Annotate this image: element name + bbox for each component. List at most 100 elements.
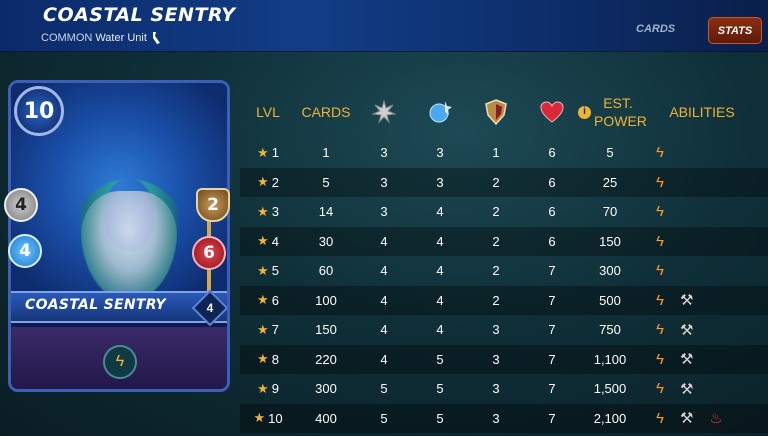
fire-ability-icon[interactable]: ♨ [709, 409, 722, 427]
table-row: ★ 7 150 4 4 3 7 750 ϟ ⚒ [240, 315, 768, 345]
cell-cards: 60 [318, 263, 334, 279]
card-melee-stat: 4 [4, 188, 38, 222]
stats-table: LVL CARDS i EST. POWER ABILITIES ★ 1 1 3 3 1 6… [240, 86, 768, 433]
stats-table-body: ★ 1 1 3 3 1 6 5 ϟ ★ 2 5 3 3 2 6 25 ϟ ★ 3 14 3 4 2 6 70 ϟ ★ 4 30 4 4 2 6 15… [240, 138, 768, 433]
cell-melee: 5 [380, 381, 388, 397]
cell-lvl: ★ 6 [244, 286, 292, 316]
unit-subtitle: COMMON Water Unit [41, 31, 162, 45]
level-value: 3 [271, 204, 279, 220]
level-value: 1 [271, 145, 279, 161]
cell-cards: 400 [315, 410, 337, 426]
star-icon: ★ [257, 233, 269, 249]
lightning-ability-icon[interactable]: ϟ [656, 203, 664, 220]
lightning-ability-icon[interactable]: ϟ [656, 292, 664, 309]
health-heart-icon [530, 86, 574, 138]
cell-abilities: ϟ [650, 168, 760, 198]
melee-attack-icon [362, 86, 406, 138]
lightning-ability-icon[interactable]: ϟ [656, 262, 664, 279]
lightning-ability-icon[interactable]: ϟ [656, 321, 664, 338]
card-magic-stat: 4 [8, 234, 42, 268]
table-row: ★ 4 30 4 4 2 6 150 ϟ [240, 226, 768, 257]
star-icon: ★ [257, 262, 269, 278]
cell-health: 7 [548, 351, 556, 367]
magic-attack-icon [418, 86, 462, 138]
cell-cards: 30 [318, 233, 334, 249]
trap-ability-icon[interactable]: ⚒ [680, 291, 693, 309]
cell-abilities: ϟ [650, 256, 760, 286]
lightning-ability-icon[interactable]: ϟ [656, 233, 664, 250]
card-level-value: 4 [206, 301, 214, 315]
star-icon: ★ [257, 203, 269, 219]
info-icon[interactable]: i [578, 105, 591, 119]
table-row: ★ 2 5 3 3 2 6 25 ϟ [240, 167, 768, 198]
table-row: ★ 10 400 5 5 3 7 2,100 ϟ ⚒ ♨ [240, 403, 768, 434]
cell-health: 6 [548, 174, 556, 190]
cell-health: 7 [548, 322, 556, 338]
cell-lvl: ★ 3 [244, 197, 292, 227]
tab-stats[interactable]: STATS [708, 17, 762, 44]
cell-armor: 2 [492, 263, 500, 279]
cell-power: 300 [599, 263, 621, 279]
lightning-ability-icon: ϟ [103, 345, 137, 379]
cell-armor: 2 [492, 204, 500, 220]
card-character [81, 191, 177, 301]
table-row: ★ 6 100 4 4 2 7 500 ϟ ⚒ [240, 285, 768, 316]
tab-cards[interactable]: CARDS [636, 23, 675, 35]
cell-cards: 100 [315, 292, 337, 308]
lightning-ability-icon[interactable]: ϟ [656, 144, 664, 161]
level-value: 7 [271, 322, 279, 338]
cell-abilities: ϟ ⚒ [650, 315, 760, 345]
cell-lvl: ★ 8 [244, 345, 292, 375]
table-row: ★ 9 300 5 5 3 7 1,500 ϟ ⚒ [240, 374, 768, 404]
star-icon: ★ [257, 174, 269, 190]
table-row: ★ 1 1 3 3 1 6 5 ϟ [240, 138, 768, 168]
trap-ability-icon[interactable]: ⚒ [680, 409, 693, 427]
cell-armor: 2 [492, 233, 500, 249]
cell-power: 25 [602, 174, 618, 190]
star-icon: ★ [257, 321, 269, 337]
star-icon: ★ [257, 144, 269, 160]
level-value: 5 [271, 263, 279, 279]
cell-abilities: ϟ ⚒ [650, 345, 760, 375]
cell-armor: 3 [492, 351, 500, 367]
cell-melee: 4 [380, 263, 388, 279]
star-icon: ★ [253, 410, 266, 426]
cell-magic: 5 [436, 351, 444, 367]
mana-cost-badge: 10 [14, 86, 64, 136]
trap-ability-icon[interactable]: ⚒ [680, 321, 693, 339]
water-element-icon [152, 32, 160, 44]
cell-magic: 4 [436, 204, 444, 220]
lightning-ability-icon[interactable]: ϟ [656, 351, 664, 368]
cell-cards: 150 [315, 322, 337, 338]
cell-magic: 4 [436, 292, 444, 308]
cell-power: 5 [606, 145, 614, 161]
table-row: ★ 8 220 4 5 3 7 1,100 ϟ ⚒ [240, 344, 768, 375]
page-title: COASTAL SENTRY [43, 4, 236, 26]
cell-health: 7 [548, 381, 556, 397]
cell-lvl: ★ 10 [244, 404, 292, 434]
cell-magic: 5 [436, 381, 444, 397]
armor-shield-icon [474, 86, 518, 138]
cell-cards: 5 [322, 174, 330, 190]
trap-ability-icon[interactable]: ⚒ [680, 350, 693, 368]
cell-health: 7 [548, 263, 556, 279]
cell-melee: 3 [380, 145, 388, 161]
cell-abilities: ϟ ⚒ [650, 286, 760, 316]
cell-health: 6 [548, 145, 556, 161]
lightning-ability-icon[interactable]: ϟ [656, 380, 664, 397]
cell-abilities: ϟ [650, 197, 760, 227]
lightning-ability-icon[interactable]: ϟ [656, 174, 664, 191]
header-cards: CARDS [301, 104, 351, 120]
cell-power: 70 [602, 204, 618, 220]
header-bar: COASTAL SENTRY COMMON Water Unit CARDS S… [0, 0, 768, 52]
cell-armor: 3 [492, 410, 500, 426]
trap-ability-icon[interactable]: ⚒ [680, 380, 693, 398]
table-row: ★ 5 60 4 4 2 7 300 ϟ [240, 256, 768, 286]
cell-lvl: ★ 4 [244, 227, 292, 257]
card-health-stat: 6 [192, 236, 226, 270]
cell-magic: 3 [436, 145, 444, 161]
cell-abilities: ϟ [650, 227, 760, 257]
cell-melee: 4 [380, 351, 388, 367]
cell-abilities: ϟ ⚒ ♨ [650, 404, 760, 434]
lightning-ability-icon[interactable]: ϟ [656, 410, 664, 427]
